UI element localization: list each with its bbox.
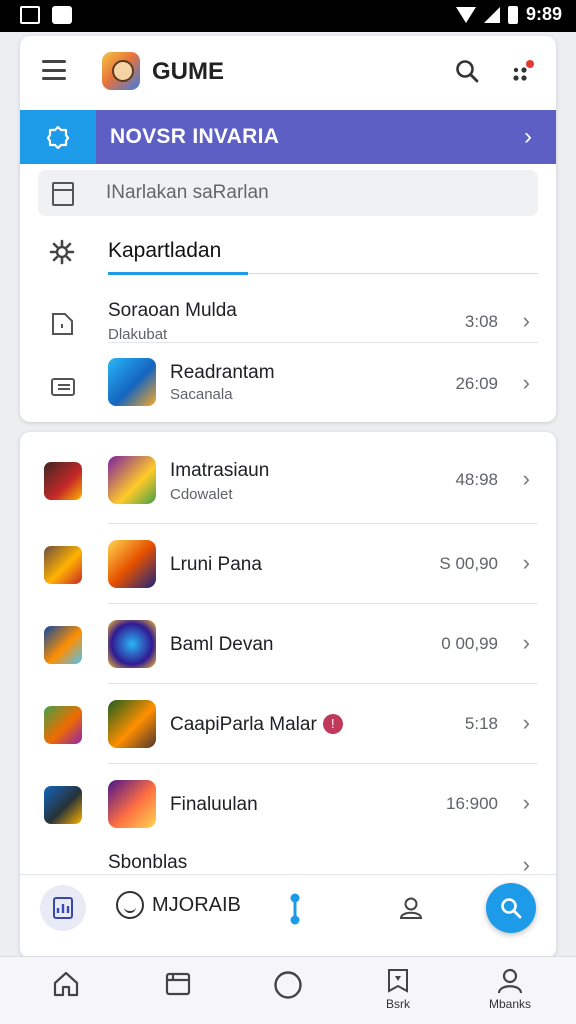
circle-home-icon (274, 971, 302, 999)
mood-button-label: MJORAIB (152, 893, 241, 916)
chevron-right-icon: › (522, 790, 530, 815)
list-item-value: 3:08 (464, 312, 498, 331)
game-small-icon (44, 626, 82, 664)
game-thumbnail (108, 358, 156, 406)
game-thumbnail (108, 620, 156, 668)
list-item[interactable]: Readrantam Sacanala 26:09 › (20, 344, 556, 420)
chevron-right-icon: › (522, 630, 530, 655)
profile-icon[interactable] (398, 895, 424, 921)
status-time: 9:89 (525, 4, 562, 24)
game-list-item[interactable]: CaapiParla Malar! 5:18 › (20, 684, 556, 764)
chevron-right-icon: › (522, 550, 530, 575)
game-list-item[interactable]: Lruni Pana S 00,90 › (20, 524, 556, 604)
status-bar: 9:89 (0, 0, 576, 32)
game-thumbnail (108, 456, 156, 504)
person-icon (497, 968, 523, 994)
gear-icon (49, 239, 75, 265)
search-field[interactable] (38, 170, 538, 216)
home-icon (53, 971, 79, 997)
game-small-icon (44, 706, 82, 744)
game-title: Lruni Pana (170, 554, 262, 575)
dashboard-button[interactable] (40, 885, 86, 931)
list-item-value: 26:09 (455, 374, 498, 393)
smiley-icon (116, 891, 144, 919)
game-list-item[interactable]: Baml Devan 0 00,99 › (20, 604, 556, 684)
game-title: Finaluulan (170, 794, 258, 815)
section-divider (248, 273, 538, 274)
game-thumbnail (108, 700, 156, 748)
wifi-icon (455, 6, 476, 23)
game-small-icon (44, 462, 82, 500)
game-list-item[interactable]: Imatrasiaun Cdowalet 48:98 › (20, 440, 556, 520)
alert-badge-icon: ! (322, 714, 343, 734)
nav-home[interactable] (36, 969, 96, 999)
gallery-notification-icon (20, 6, 40, 24)
section-title: Kapartladan (108, 239, 222, 262)
chevron-right-icon: › (524, 123, 532, 150)
mood-button[interactable]: MJORAIB (116, 891, 241, 919)
search-icon (501, 898, 522, 919)
top-card: GUME NOVSR INVARIA › Kapartlada (20, 36, 556, 422)
badge-icon (388, 969, 408, 993)
chevron-right-icon: › (522, 466, 530, 491)
nav-bookmark[interactable]: Bsrk (368, 967, 428, 1011)
promo-banner[interactable]: NOVSR INVARIA › (20, 110, 556, 164)
search-input[interactable] (106, 178, 506, 208)
document-icon (52, 182, 74, 206)
game-list-item[interactable]: Finaluulan 16:900 › (20, 764, 556, 844)
nav-account[interactable]: Mbanks (480, 967, 540, 1011)
game-title: Sbonblas (108, 852, 188, 873)
game-thumbnail (108, 540, 156, 588)
list-item-subtitle: Sacanala (170, 386, 233, 403)
wallet-icon (51, 378, 75, 396)
game-value: 5:18 (464, 714, 498, 733)
nav-inbox[interactable] (148, 969, 208, 999)
chevron-right-icon: › (522, 370, 530, 395)
app-title: GUME (152, 58, 224, 85)
game-thumbnail (108, 780, 156, 828)
banner-icon-box (20, 110, 96, 164)
nav-circle[interactable] (258, 969, 318, 1001)
nav-bookmark-label: Bsrk (386, 997, 410, 1011)
game-small-icon (44, 546, 82, 584)
game-title: Baml Devan (170, 634, 274, 655)
game-title: Imatrasiaun (170, 460, 270, 481)
section-tab-indicator (108, 272, 248, 275)
signal-icon (483, 6, 500, 23)
app-logo (102, 52, 140, 90)
search-icon[interactable] (454, 58, 480, 84)
list-item-title: Soraoan Mulda (108, 300, 237, 321)
game-title-text: CaapiParla Malar (170, 714, 317, 735)
search-fab-button[interactable] (486, 883, 536, 933)
mail-notification-icon (52, 6, 72, 24)
chart-doc-icon (53, 897, 73, 919)
game-value: 48:98 (455, 470, 498, 489)
battery-icon (507, 5, 518, 24)
system-nav-bar: Bsrk Mbanks (0, 956, 576, 1024)
list-item-subtitle: Dlakubat (108, 326, 168, 343)
nav-account-label: Mbanks (488, 997, 532, 1011)
row-divider (108, 342, 538, 343)
banner-label: NOVSR INVARIA (110, 125, 280, 148)
list-item-title: Readrantam (170, 362, 275, 383)
section-header[interactable]: Kapartladan (20, 224, 556, 280)
chevron-right-icon: › (522, 710, 530, 735)
more-options-icon[interactable] (508, 56, 538, 86)
chevron-right-icon: › (522, 308, 530, 333)
hamburger-menu-icon[interactable] (42, 60, 66, 80)
bottom-toolbar: MJORAIB (20, 874, 556, 944)
game-value: 16:900 (446, 794, 498, 813)
inbox-icon (165, 972, 191, 996)
location-pin-icon[interactable] (288, 893, 302, 925)
game-value: 0 00,99 (441, 634, 498, 653)
app-bar: GUME (20, 36, 556, 108)
game-title: CaapiParla Malar! (170, 714, 343, 736)
game-subtitle: Cdowalet (170, 486, 233, 503)
game-value: S 00,90 (439, 554, 498, 573)
badge-icon (46, 125, 70, 150)
game-small-icon (44, 786, 82, 824)
file-icon (52, 313, 73, 335)
